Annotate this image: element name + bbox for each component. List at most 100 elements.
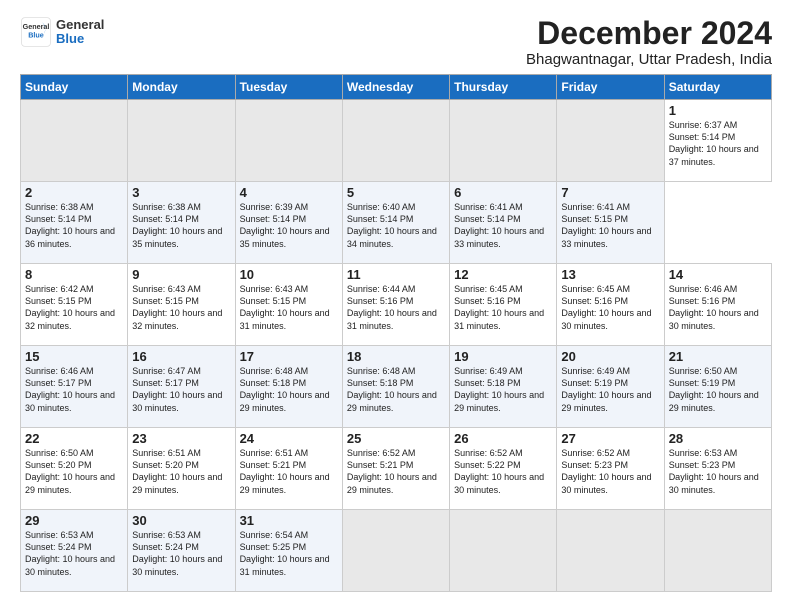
- header-cell-monday: Monday: [128, 75, 235, 100]
- svg-text:Blue: Blue: [28, 31, 44, 40]
- day-info: Sunrise: 6:37 AMSunset: 5:14 PMDaylight:…: [669, 119, 767, 168]
- day-cell-14: 14 Sunrise: 6:46 AMSunset: 5:16 PMDaylig…: [664, 264, 771, 346]
- logo-text: General Blue: [56, 18, 104, 47]
- day-info: Sunrise: 6:41 AMSunset: 5:15 PMDaylight:…: [561, 201, 659, 250]
- day-number: 13: [561, 267, 659, 282]
- day-number: 26: [454, 431, 552, 446]
- svg-text:General: General: [23, 22, 50, 31]
- day-number: 14: [669, 267, 767, 282]
- day-info: Sunrise: 6:46 AMSunset: 5:16 PMDaylight:…: [669, 283, 767, 332]
- day-info: Sunrise: 6:52 AMSunset: 5:22 PMDaylight:…: [454, 447, 552, 496]
- day-cell-30: 30 Sunrise: 6:53 AMSunset: 5:24 PMDaylig…: [128, 510, 235, 592]
- logo-icon: General Blue: [20, 16, 52, 48]
- week-row-3: 15 Sunrise: 6:46 AMSunset: 5:17 PMDaylig…: [21, 346, 772, 428]
- day-info: Sunrise: 6:44 AMSunset: 5:16 PMDaylight:…: [347, 283, 445, 332]
- day-number: 3: [132, 185, 230, 200]
- day-info: Sunrise: 6:38 AMSunset: 5:14 PMDaylight:…: [25, 201, 123, 250]
- day-info: Sunrise: 6:53 AMSunset: 5:24 PMDaylight:…: [25, 529, 123, 578]
- day-number: 30: [132, 513, 230, 528]
- day-cell-1: 1 Sunrise: 6:37 AMSunset: 5:14 PMDayligh…: [664, 100, 771, 182]
- day-cell-3: 3 Sunrise: 6:38 AMSunset: 5:14 PMDayligh…: [128, 182, 235, 264]
- day-number: 17: [240, 349, 338, 364]
- day-info: Sunrise: 6:45 AMSunset: 5:16 PMDaylight:…: [561, 283, 659, 332]
- day-cell-18: 18 Sunrise: 6:48 AMSunset: 5:18 PMDaylig…: [342, 346, 449, 428]
- day-cell-15: 15 Sunrise: 6:46 AMSunset: 5:17 PMDaylig…: [21, 346, 128, 428]
- empty-cell: [342, 510, 449, 592]
- day-number: 24: [240, 431, 338, 446]
- empty-cell: [450, 100, 557, 182]
- week-row-5: 29 Sunrise: 6:53 AMSunset: 5:24 PMDaylig…: [21, 510, 772, 592]
- page: General Blue General Blue December 2024 …: [0, 0, 792, 612]
- day-cell-31: 31 Sunrise: 6:54 AMSunset: 5:25 PMDaylig…: [235, 510, 342, 592]
- day-cell-5: 5 Sunrise: 6:40 AMSunset: 5:14 PMDayligh…: [342, 182, 449, 264]
- day-cell-23: 23 Sunrise: 6:51 AMSunset: 5:20 PMDaylig…: [128, 428, 235, 510]
- calendar-table: SundayMondayTuesdayWednesdayThursdayFrid…: [20, 74, 772, 592]
- day-info: Sunrise: 6:39 AMSunset: 5:14 PMDaylight:…: [240, 201, 338, 250]
- day-number: 25: [347, 431, 445, 446]
- day-cell-22: 22 Sunrise: 6:50 AMSunset: 5:20 PMDaylig…: [21, 428, 128, 510]
- day-info: Sunrise: 6:51 AMSunset: 5:21 PMDaylight:…: [240, 447, 338, 496]
- day-cell-8: 8 Sunrise: 6:42 AMSunset: 5:15 PMDayligh…: [21, 264, 128, 346]
- day-number: 23: [132, 431, 230, 446]
- day-number: 5: [347, 185, 445, 200]
- week-row-4: 22 Sunrise: 6:50 AMSunset: 5:20 PMDaylig…: [21, 428, 772, 510]
- empty-cell: [557, 100, 664, 182]
- day-number: 1: [669, 103, 767, 118]
- day-number: 9: [132, 267, 230, 282]
- day-number: 7: [561, 185, 659, 200]
- day-cell-12: 12 Sunrise: 6:45 AMSunset: 5:16 PMDaylig…: [450, 264, 557, 346]
- day-number: 19: [454, 349, 552, 364]
- day-cell-28: 28 Sunrise: 6:53 AMSunset: 5:23 PMDaylig…: [664, 428, 771, 510]
- day-info: Sunrise: 6:49 AMSunset: 5:18 PMDaylight:…: [454, 365, 552, 414]
- day-cell-20: 20 Sunrise: 6:49 AMSunset: 5:19 PMDaylig…: [557, 346, 664, 428]
- day-number: 15: [25, 349, 123, 364]
- day-number: 27: [561, 431, 659, 446]
- day-number: 21: [669, 349, 767, 364]
- day-number: 4: [240, 185, 338, 200]
- day-cell-24: 24 Sunrise: 6:51 AMSunset: 5:21 PMDaylig…: [235, 428, 342, 510]
- empty-cell: [342, 100, 449, 182]
- day-cell-19: 19 Sunrise: 6:49 AMSunset: 5:18 PMDaylig…: [450, 346, 557, 428]
- title-block: December 2024 Bhagwantnagar, Uttar Prade…: [526, 16, 772, 68]
- day-info: Sunrise: 6:54 AMSunset: 5:25 PMDaylight:…: [240, 529, 338, 578]
- day-info: Sunrise: 6:48 AMSunset: 5:18 PMDaylight:…: [347, 365, 445, 414]
- logo-blue-text: Blue: [56, 32, 104, 46]
- day-info: Sunrise: 6:38 AMSunset: 5:14 PMDaylight:…: [132, 201, 230, 250]
- empty-cell: [450, 510, 557, 592]
- day-cell-16: 16 Sunrise: 6:47 AMSunset: 5:17 PMDaylig…: [128, 346, 235, 428]
- empty-cell: [557, 510, 664, 592]
- logo: General Blue General Blue: [20, 16, 104, 48]
- day-cell-11: 11 Sunrise: 6:44 AMSunset: 5:16 PMDaylig…: [342, 264, 449, 346]
- day-number: 29: [25, 513, 123, 528]
- week-row-1: 2 Sunrise: 6:38 AMSunset: 5:14 PMDayligh…: [21, 182, 772, 264]
- location-title: Bhagwantnagar, Uttar Pradesh, India: [526, 51, 772, 68]
- day-number: 11: [347, 267, 445, 282]
- day-info: Sunrise: 6:52 AMSunset: 5:23 PMDaylight:…: [561, 447, 659, 496]
- logo-general-text: General: [56, 18, 104, 32]
- day-info: Sunrise: 6:51 AMSunset: 5:20 PMDaylight:…: [132, 447, 230, 496]
- day-info: Sunrise: 6:50 AMSunset: 5:20 PMDaylight:…: [25, 447, 123, 496]
- header-cell-friday: Friday: [557, 75, 664, 100]
- day-info: Sunrise: 6:49 AMSunset: 5:19 PMDaylight:…: [561, 365, 659, 414]
- day-cell-4: 4 Sunrise: 6:39 AMSunset: 5:14 PMDayligh…: [235, 182, 342, 264]
- day-info: Sunrise: 6:47 AMSunset: 5:17 PMDaylight:…: [132, 365, 230, 414]
- empty-cell: [664, 510, 771, 592]
- day-info: Sunrise: 6:52 AMSunset: 5:21 PMDaylight:…: [347, 447, 445, 496]
- day-number: 16: [132, 349, 230, 364]
- day-cell-29: 29 Sunrise: 6:53 AMSunset: 5:24 PMDaylig…: [21, 510, 128, 592]
- day-cell-21: 21 Sunrise: 6:50 AMSunset: 5:19 PMDaylig…: [664, 346, 771, 428]
- day-cell-17: 17 Sunrise: 6:48 AMSunset: 5:18 PMDaylig…: [235, 346, 342, 428]
- day-cell-10: 10 Sunrise: 6:43 AMSunset: 5:15 PMDaylig…: [235, 264, 342, 346]
- day-info: Sunrise: 6:40 AMSunset: 5:14 PMDaylight:…: [347, 201, 445, 250]
- day-number: 20: [561, 349, 659, 364]
- day-cell-13: 13 Sunrise: 6:45 AMSunset: 5:16 PMDaylig…: [557, 264, 664, 346]
- day-number: 28: [669, 431, 767, 446]
- header-cell-tuesday: Tuesday: [235, 75, 342, 100]
- week-row-0: 1 Sunrise: 6:37 AMSunset: 5:14 PMDayligh…: [21, 100, 772, 182]
- day-info: Sunrise: 6:53 AMSunset: 5:24 PMDaylight:…: [132, 529, 230, 578]
- day-cell-25: 25 Sunrise: 6:52 AMSunset: 5:21 PMDaylig…: [342, 428, 449, 510]
- day-cell-9: 9 Sunrise: 6:43 AMSunset: 5:15 PMDayligh…: [128, 264, 235, 346]
- empty-cell: [235, 100, 342, 182]
- day-info: Sunrise: 6:42 AMSunset: 5:15 PMDaylight:…: [25, 283, 123, 332]
- day-info: Sunrise: 6:43 AMSunset: 5:15 PMDaylight:…: [132, 283, 230, 332]
